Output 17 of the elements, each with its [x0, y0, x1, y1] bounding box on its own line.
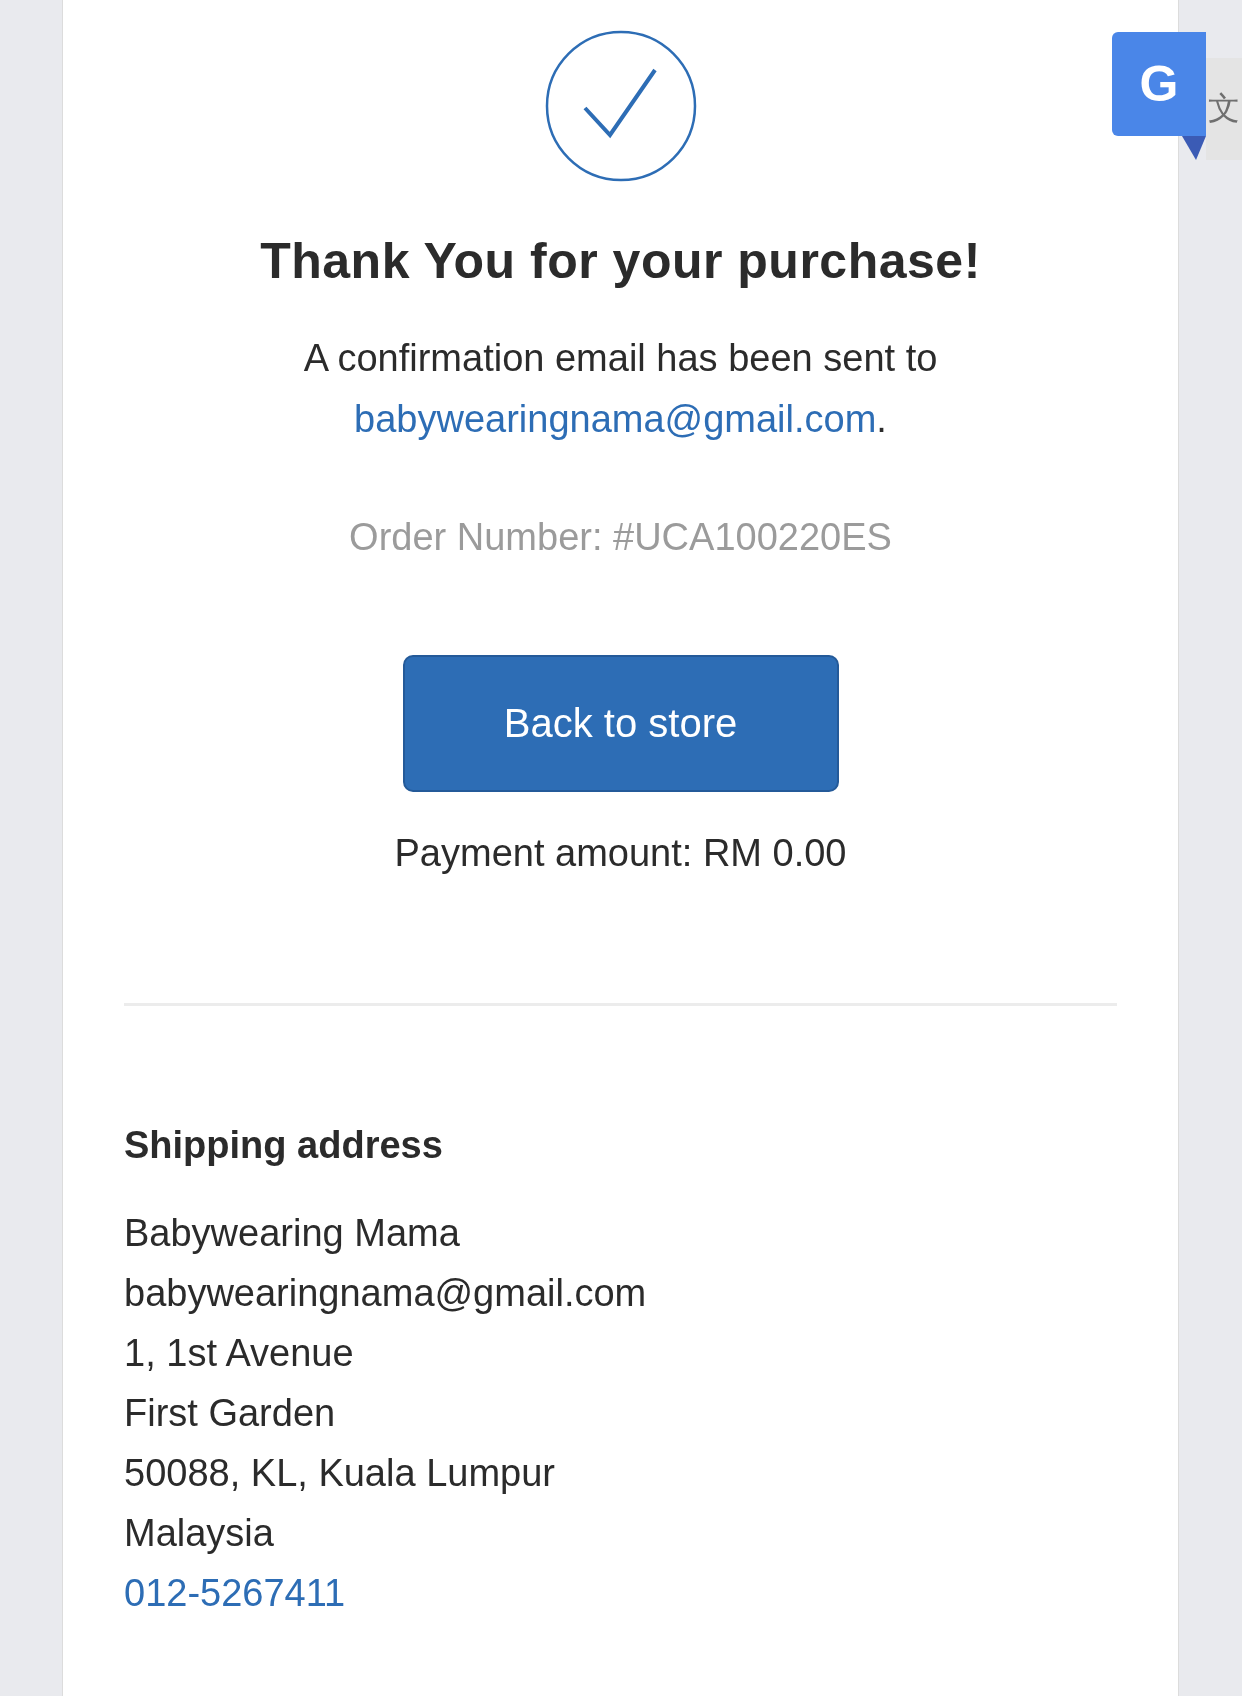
translate-button[interactable]: G [1112, 32, 1206, 136]
back-to-store-button[interactable]: Back to store [402, 655, 839, 792]
check-circle-icon [544, 30, 697, 182]
confirmation-message: A confirmation email has been sent to babywearingnama@gmail.com. [303, 336, 938, 442]
email-link[interactable]: babywearingnama@gmail.com [354, 398, 877, 440]
address-line: Babywearing Mama [124, 1211, 460, 1256]
translate-glyph[interactable]: 文 [1206, 58, 1242, 160]
address-line: 1, 1st Avenue [124, 1331, 354, 1376]
phone-link[interactable]: 012-5267411 [124, 1563, 346, 1623]
payment-amount: Payment amount: RM 0.00 [394, 832, 847, 875]
shipping-heading: Shipping address [124, 1124, 443, 1167]
address-line: First Garden [124, 1391, 336, 1436]
order-number: Order Number: #UCA100220ES [349, 516, 892, 559]
address-line: babywearingnama@gmail.com [124, 1271, 647, 1316]
address-line: Malaysia [124, 1511, 274, 1556]
thank-you-title: Thank You for your purchase! [260, 232, 981, 290]
address-line: 50088, KL, Kuala Lumpur [124, 1451, 555, 1496]
